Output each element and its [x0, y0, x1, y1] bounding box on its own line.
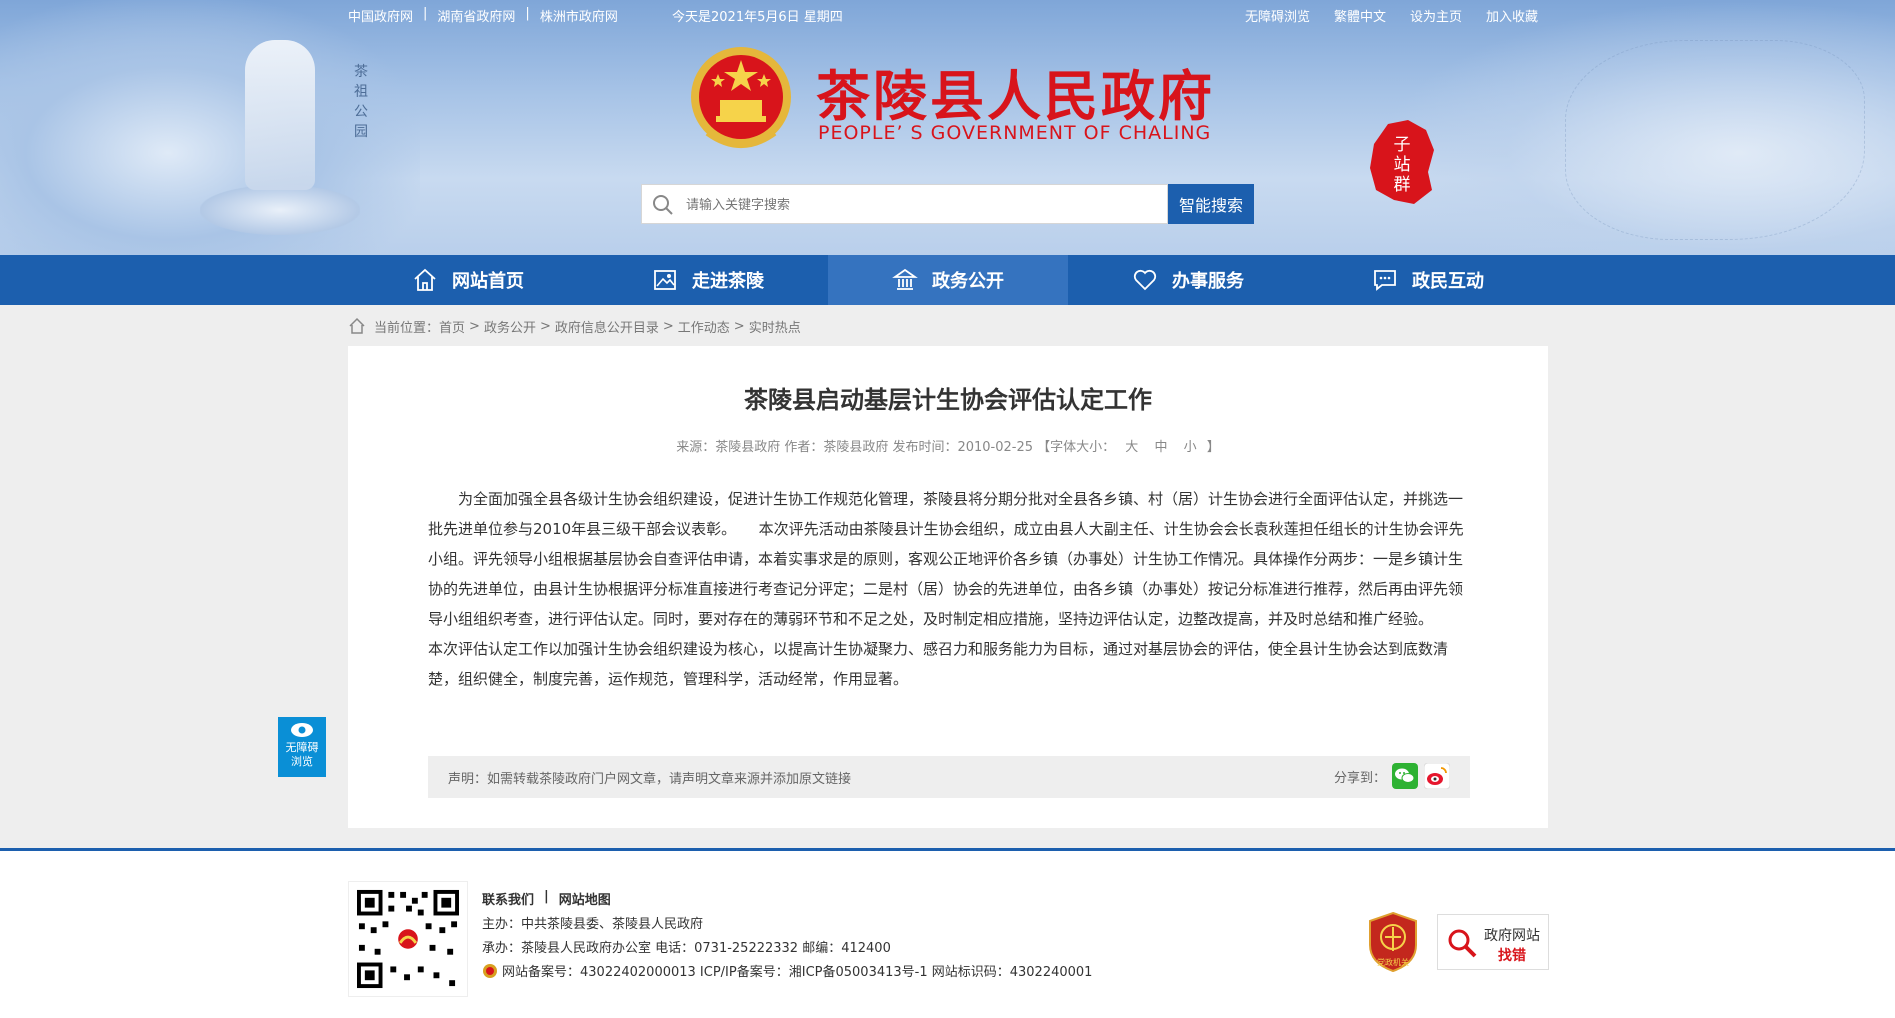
error-badge-line1: 政府网站 — [1484, 928, 1540, 944]
access-label-1: 无障碍 — [285, 741, 319, 754]
site-title: 茶陵县人民政府 — [816, 64, 1215, 128]
picture-icon — [654, 270, 676, 290]
font-size-large-button[interactable]: 大 — [1125, 440, 1138, 455]
breadcrumb-item[interactable]: 政府信息公开目录 — [555, 317, 659, 336]
site-footer: 联系我们 | 网站地图 主办：中共茶陵县委、茶陵县人民政府 承办：茶陵县人民政府… — [0, 848, 1895, 1018]
nav-interaction[interactable]: 政民互动 — [1308, 255, 1548, 305]
government-icon — [892, 268, 918, 290]
map-outline — [1565, 40, 1865, 240]
font-size-small-button[interactable]: 小 — [1184, 440, 1197, 455]
link-hunan-gov[interactable]: 湖南省政府网 — [437, 6, 515, 25]
wechat-icon[interactable] — [1392, 763, 1418, 789]
home-icon — [349, 317, 365, 334]
search-input[interactable] — [686, 185, 1156, 223]
qr-code-icon — [348, 881, 468, 997]
park-label: 茶祖公园 — [354, 64, 368, 140]
article-meta: 来源：茶陵县政府 作者：茶陵县政府 发布时间：2010-02-25 【字体大小：… — [348, 436, 1548, 455]
gov-site-error-report-badge[interactable]: 政府网站 找错 — [1437, 914, 1549, 970]
nav-label: 走进茶陵 — [692, 271, 764, 292]
subsite-char-1: 子 — [1394, 135, 1411, 155]
share-group: 分享到： — [1334, 763, 1450, 789]
link-accessibility[interactable]: 无障碍浏览 — [1245, 6, 1310, 25]
party-badge-label: 党政机关 — [1377, 957, 1409, 967]
search-box — [641, 184, 1168, 224]
party-gov-badge-icon[interactable]: 党政机关 — [1366, 911, 1420, 973]
link-set-homepage[interactable]: 设为主页 — [1410, 6, 1462, 25]
footer-beian: 网站备案号：43022402000013 ICP/IP备案号：湘ICP备0500… — [502, 965, 1093, 980]
breadcrumb-item[interactable]: 首页 — [439, 317, 465, 336]
breadcrumb-prefix: 当前位置： — [374, 320, 440, 336]
breadcrumb: 当前位置： 首页 > 政务公开 > 政府信息公开目录 > 工作动态 > 实时热点 — [348, 316, 801, 336]
footer-organizer: 承办：茶陵县人民政府办公室 电话：0731-25222332 邮编：412400 — [482, 941, 891, 956]
link-traditional-chinese[interactable]: 繁體中文 — [1334, 6, 1386, 25]
share-label: 分享到： — [1333, 770, 1386, 786]
footer-beian-line: 网站备案号：43022402000013 ICP/IP备案号：湘ICP备0500… — [482, 961, 1092, 980]
article-body: 为全面加强全县各级计生协会组织建设，促进计生协工作规范化管理，茶陵县将分期分批对… — [428, 490, 1464, 688]
access-label-2: 浏览 — [291, 755, 313, 768]
footer-host: 主办：中共茶陵县委、茶陵县人民政府 — [482, 917, 704, 932]
link-zhuzhou-gov[interactable]: 株洲市政府网 — [540, 6, 618, 25]
footer-links: 联系我们 | 网站地图 — [482, 889, 611, 908]
article-meta-text: 来源：茶陵县政府 作者：茶陵县政府 发布时间：2010-02-25 【字体大小： — [676, 440, 1116, 455]
magnifier-icon — [1448, 929, 1477, 958]
heart-icon — [1133, 269, 1157, 291]
contact-us-link[interactable]: 联系我们 — [482, 889, 534, 908]
breadcrumb-item[interactable]: 工作动态 — [678, 317, 730, 336]
main-nav: 网站首页 走进茶陵 政务公开 办事服务 政民互动 — [0, 255, 1895, 305]
top-links-right: 无障碍浏览 繁體中文 设为主页 加入收藏 — [1245, 6, 1538, 25]
font-size-medium-button[interactable]: 中 — [1154, 440, 1167, 455]
nav-about-chaling[interactable]: 走进茶陵 — [588, 255, 828, 305]
nav-label: 办事服务 — [1172, 271, 1244, 292]
repost-declaration: 声明：如需转载茶陵政府门户网文章，请声明文章来源并添加原文链接 — [448, 772, 852, 787]
site-header: 茶祖公园 中国政府网 | 湖南省政府网 | 株洲市政府网 今天是2021年5月6… — [0, 0, 1895, 255]
site-map-link[interactable]: 网站地图 — [559, 889, 611, 908]
breadcrumb-item[interactable]: 实时热点 — [749, 317, 801, 336]
nav-label: 政务公开 — [932, 271, 1004, 292]
link-add-favorite[interactable]: 加入收藏 — [1486, 6, 1538, 25]
search-icon — [653, 195, 673, 215]
subsite-group-badge[interactable]: 子 站 群 — [1368, 120, 1436, 204]
eye-icon — [291, 723, 313, 737]
nav-home[interactable]: 网站首页 — [348, 255, 588, 305]
nav-label: 网站首页 — [452, 271, 524, 292]
nav-label: 政民互动 — [1412, 271, 1484, 292]
current-date: 今天是2021年5月6日 星期四 — [672, 10, 843, 25]
subsite-char-2: 站 — [1394, 155, 1411, 175]
police-badge-icon — [483, 964, 497, 978]
top-links-left: 中国政府网 | 湖南省政府网 | 株洲市政府网 — [348, 6, 618, 25]
statue-base — [200, 185, 360, 235]
chat-icon — [1374, 270, 1396, 291]
breadcrumb-item[interactable]: 政务公开 — [484, 317, 536, 336]
nav-services[interactable]: 办事服务 — [1068, 255, 1308, 305]
weibo-icon[interactable] — [1424, 763, 1450, 789]
accessibility-float-button[interactable]: 无障碍 浏览 — [278, 717, 326, 777]
site-subtitle: PEOPLE’ S GOVERNMENT OF CHALING — [818, 122, 1212, 144]
article-title: 茶陵县启动基层计生协会评估认定工作 — [744, 386, 1152, 414]
error-badge-line2: 找错 — [1498, 948, 1526, 964]
subsite-char-3: 群 — [1394, 175, 1411, 195]
top-bar: 中国政府网 | 湖南省政府网 | 株洲市政府网 今天是2021年5月6日 星期四… — [348, 6, 1538, 26]
nav-gov-affairs[interactable]: 政务公开 — [828, 255, 1068, 305]
national-emblem-icon — [691, 47, 791, 148]
repost-declaration-bar: 声明：如需转载茶陵政府门户网文章，请声明文章来源并添加原文链接 分享到： — [428, 756, 1470, 798]
article-panel: 茶陵县启动基层计生协会评估认定工作 来源：茶陵县政府 作者：茶陵县政府 发布时间… — [348, 346, 1548, 828]
separator: | — [423, 6, 428, 21]
home-icon — [414, 268, 436, 291]
smart-search-button[interactable]: 智能搜索 — [1168, 184, 1254, 224]
link-gov-cn[interactable]: 中国政府网 — [348, 6, 413, 25]
article-meta-end: 】 — [1206, 440, 1220, 455]
separator: | — [525, 6, 530, 21]
tea-ancestor-statue — [245, 40, 315, 190]
